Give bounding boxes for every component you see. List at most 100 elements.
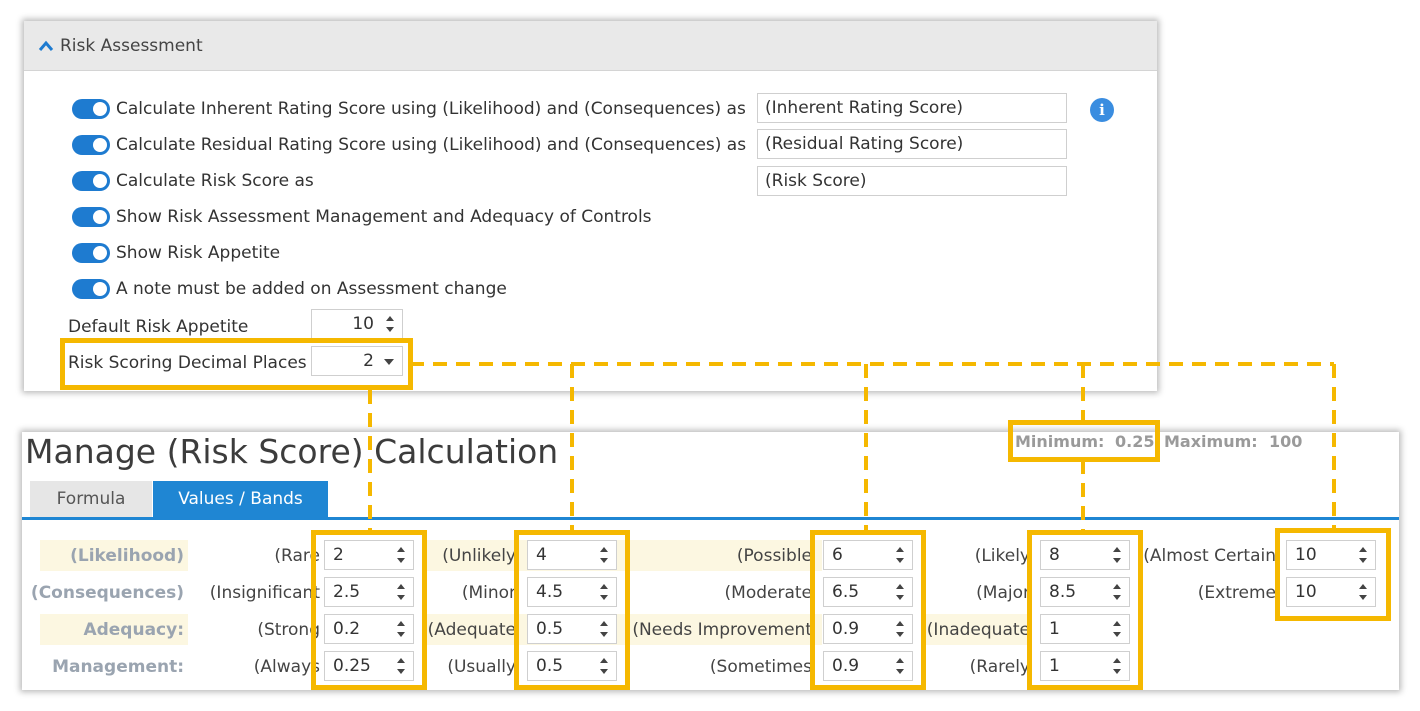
band-label: (Unlikely xyxy=(442,546,516,566)
option-risk-appetite: Show Risk Appetite xyxy=(72,239,280,267)
value-input[interactable]: 0.5 xyxy=(527,651,617,681)
spin-arrows-icon[interactable] xyxy=(598,544,610,566)
value-input[interactable]: 10 xyxy=(1286,577,1376,607)
toggle-risk-appetite[interactable] xyxy=(72,243,110,263)
value-text: 0.9 xyxy=(832,656,860,676)
spin-arrows-icon[interactable] xyxy=(894,544,906,566)
value-input[interactable]: 10 xyxy=(1286,540,1376,570)
band-label: (Extreme xyxy=(1197,583,1276,603)
spin-arrows-icon[interactable] xyxy=(894,581,906,603)
tab-underline xyxy=(22,517,1399,520)
option-note-required: A note must be added on Assessment chang… xyxy=(72,275,507,303)
option-label: Show Risk Assessment Management and Adeq… xyxy=(116,207,652,227)
chevron-up-icon xyxy=(38,40,54,51)
spin-arrows-icon[interactable] xyxy=(395,581,407,603)
toggle-management-adequacy[interactable] xyxy=(72,207,110,227)
default-appetite-value: 10 xyxy=(352,314,374,334)
spin-arrows-icon[interactable] xyxy=(395,655,407,677)
value-text: 1 xyxy=(1049,656,1060,676)
value-input[interactable]: 0.25 xyxy=(324,651,414,681)
value-text: 0.5 xyxy=(536,619,564,639)
value-text: 6.5 xyxy=(832,582,860,602)
spin-arrows-icon[interactable] xyxy=(598,655,610,677)
value-text: 10 xyxy=(1295,545,1317,565)
risk-score-input[interactable]: (Risk Score) xyxy=(757,166,1067,196)
value-input[interactable]: 6 xyxy=(823,540,913,570)
value-input[interactable]: 8 xyxy=(1040,540,1130,570)
value-text: 0.9 xyxy=(832,619,860,639)
spin-arrows-icon[interactable] xyxy=(395,618,407,640)
spin-arrows-icon[interactable] xyxy=(1111,581,1123,603)
spin-arrows-icon[interactable] xyxy=(1111,544,1123,566)
value-text: 8 xyxy=(1049,545,1060,565)
value-input[interactable]: 1 xyxy=(1040,614,1130,644)
option-label: Calculate Residual Rating Score using (L… xyxy=(116,135,747,155)
default-appetite-label: Default Risk Appetite xyxy=(68,317,249,337)
value-input[interactable]: 4.5 xyxy=(527,577,617,607)
value-text: 4 xyxy=(536,545,547,565)
band-label: (Rarely xyxy=(969,657,1030,677)
value-input[interactable]: 0.9 xyxy=(823,651,913,681)
info-icon[interactable]: i xyxy=(1090,98,1114,122)
option-label: A note must be added on Assessment chang… xyxy=(116,279,507,299)
calculation-panel: Manage (Risk Score) Calculation Minimum:… xyxy=(22,432,1399,690)
band-label: (Minor xyxy=(461,583,516,603)
minimum-value: 0.25 xyxy=(1115,432,1155,451)
option-management-adequacy: Show Risk Assessment Management and Adeq… xyxy=(72,203,652,231)
value-input[interactable]: 2 xyxy=(324,540,414,570)
risk-assessment-panel: Risk Assessment Calculate Inherent Ratin… xyxy=(24,21,1157,391)
band-label: (Likely xyxy=(974,546,1030,566)
value-text: 1 xyxy=(1049,619,1060,639)
spin-arrows-icon[interactable] xyxy=(395,544,407,566)
spin-arrows-icon[interactable] xyxy=(384,313,396,335)
chevron-down-icon[interactable] xyxy=(384,359,394,365)
value-input[interactable]: 2.5 xyxy=(324,577,414,607)
toggle-inherent-rating[interactable] xyxy=(72,99,110,119)
toggle-residual-rating[interactable] xyxy=(72,135,110,155)
risk-assessment-header[interactable]: Risk Assessment xyxy=(24,21,1157,71)
value-input[interactable]: 4 xyxy=(527,540,617,570)
row-label-adequacy: Adequacy: xyxy=(83,620,184,640)
value-input[interactable]: 0.2 xyxy=(324,614,414,644)
value-input[interactable]: 6.5 xyxy=(823,577,913,607)
value-text: 0.2 xyxy=(333,619,361,639)
inherent-rating-input[interactable]: (Inherent Rating Score) xyxy=(757,93,1067,123)
band-label: (Needs Improvement xyxy=(632,620,812,640)
value-input[interactable]: 1 xyxy=(1040,651,1130,681)
decimal-places-select[interactable]: 2 xyxy=(311,346,403,376)
option-label: Calculate Risk Score as xyxy=(116,171,314,191)
spin-arrows-icon[interactable] xyxy=(598,581,610,603)
spin-arrows-icon[interactable] xyxy=(894,618,906,640)
decimal-places-value: 2 xyxy=(363,351,374,371)
panel-header-title: Risk Assessment xyxy=(60,35,203,56)
residual-rating-input[interactable]: (Residual Rating Score) xyxy=(757,129,1067,159)
spin-arrows-icon[interactable] xyxy=(1111,655,1123,677)
band-label: (Strong xyxy=(257,620,320,640)
tab-values-bands[interactable]: Values / Bands xyxy=(153,481,328,517)
value-input[interactable]: 0.5 xyxy=(527,614,617,644)
value-text: 8.5 xyxy=(1049,582,1077,602)
toggle-note-required[interactable] xyxy=(72,279,110,299)
band-label: (Rare xyxy=(274,546,320,566)
tab-formula[interactable]: Formula xyxy=(30,481,152,517)
toggle-risk-score[interactable] xyxy=(72,171,110,191)
option-label: Show Risk Appetite xyxy=(116,243,281,263)
spin-arrows-icon[interactable] xyxy=(598,618,610,640)
option-residual-rating: Calculate Residual Rating Score using (L… xyxy=(72,131,746,159)
spin-arrows-icon[interactable] xyxy=(1357,544,1369,566)
default-appetite-stepper[interactable]: 10 xyxy=(311,309,403,339)
band-label: (Inadequate xyxy=(926,620,1030,640)
spin-arrows-icon[interactable] xyxy=(1357,581,1369,603)
band-label: (Adequate xyxy=(427,620,516,640)
value-input[interactable]: 8.5 xyxy=(1040,577,1130,607)
value-text: 4.5 xyxy=(536,582,564,602)
spin-arrows-icon[interactable] xyxy=(894,655,906,677)
option-risk-score: Calculate Risk Score as xyxy=(72,167,314,195)
value-text: 2 xyxy=(333,545,344,565)
band-label: (Insignificant xyxy=(209,583,320,603)
page-title: Manage (Risk Score) Calculation xyxy=(25,432,559,471)
spin-arrows-icon[interactable] xyxy=(1111,618,1123,640)
option-inherent-rating: Calculate Inherent Rating Score using (L… xyxy=(72,95,746,123)
row-label-management: Management: xyxy=(52,657,184,677)
value-input[interactable]: 0.9 xyxy=(823,614,913,644)
